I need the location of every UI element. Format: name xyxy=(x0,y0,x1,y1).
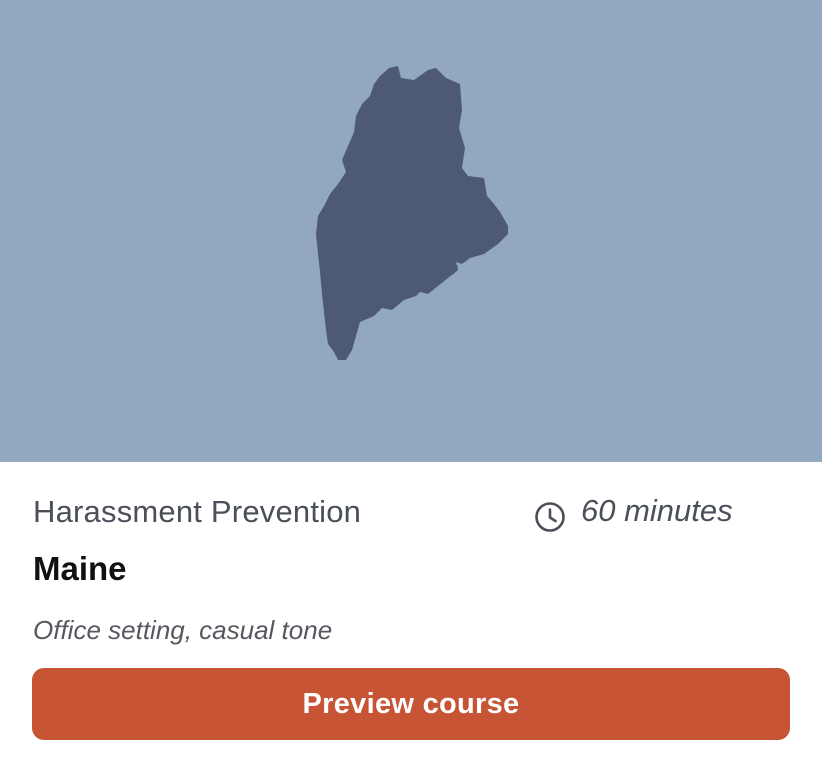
preview-course-button[interactable]: Preview course xyxy=(32,668,790,740)
maine-map-illustration xyxy=(316,66,508,360)
course-hero-image xyxy=(0,0,822,462)
course-state-title: Maine xyxy=(33,550,127,587)
duration-text: 60 minutes xyxy=(581,493,733,528)
clock-icon xyxy=(533,500,567,534)
course-type-label: Harassment Prevention xyxy=(33,494,362,529)
course-card: Harassment Prevention 60 minutes Maine O… xyxy=(0,0,822,766)
maine-state-shape xyxy=(316,66,508,360)
course-duration: 60 minutes xyxy=(533,493,733,534)
course-setting-description: Office setting, casual tone xyxy=(33,615,333,645)
